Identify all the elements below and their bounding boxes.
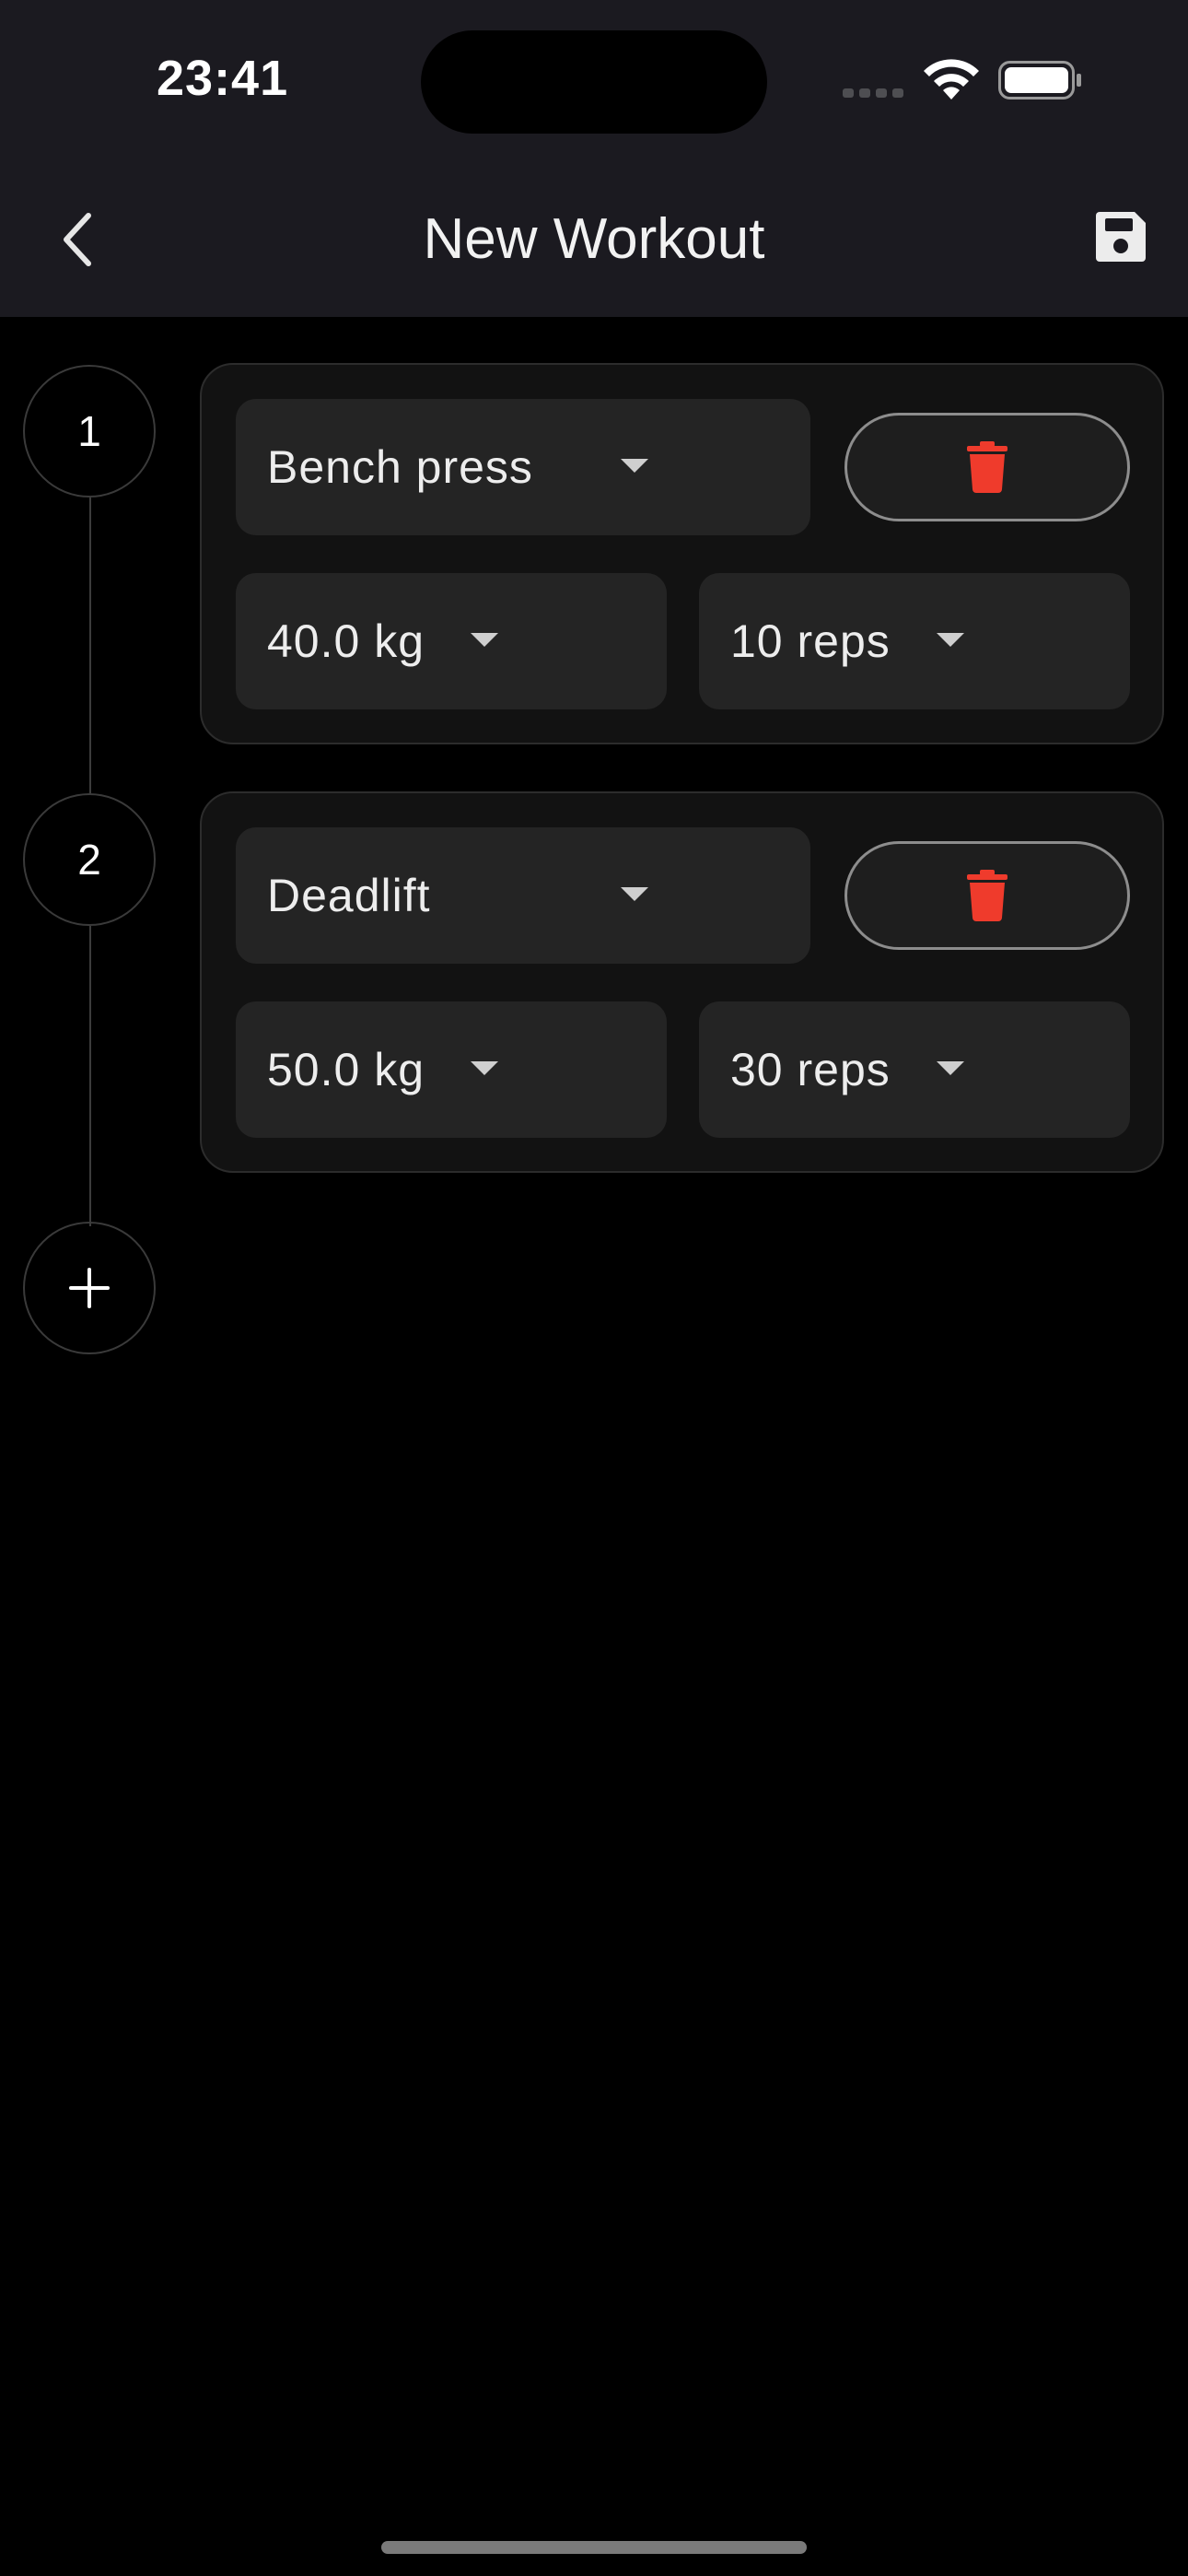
- reps-dropdown-value: 10 reps: [730, 615, 891, 667]
- reps-dropdown-value: 30 reps: [730, 1044, 891, 1095]
- trash-icon: [967, 441, 1007, 493]
- step-number-2: 2: [23, 793, 156, 926]
- add-exercise-button[interactable]: [23, 1222, 156, 1354]
- dropdown-arrow-icon: [937, 633, 964, 647]
- home-indicator: [381, 2541, 807, 2554]
- exercise-dropdown-value: Bench press: [267, 441, 533, 493]
- plus-icon: [69, 1268, 110, 1308]
- exercise-dropdown[interactable]: Deadlift: [236, 827, 810, 964]
- floppy-disk-icon: [1096, 212, 1146, 262]
- reps-dropdown[interactable]: 30 reps: [699, 1001, 1130, 1138]
- dropdown-arrow-icon: [471, 633, 498, 647]
- wifi-icon: [924, 59, 979, 100]
- weight-dropdown-value: 50.0 kg: [267, 1044, 425, 1095]
- delete-exercise-button[interactable]: [844, 413, 1130, 521]
- battery-icon: [998, 61, 1081, 100]
- dropdown-arrow-icon: [471, 1061, 498, 1075]
- weight-dropdown-value: 40.0 kg: [267, 615, 425, 667]
- status-time: 23:41: [157, 51, 289, 106]
- trash-icon: [967, 870, 1007, 921]
- timeline-connector: [89, 498, 91, 798]
- timeline-connector: [89, 926, 91, 1226]
- dropdown-arrow-icon: [621, 887, 648, 901]
- dropdown-arrow-icon: [621, 459, 648, 473]
- exercise-card-1: Bench press 40.0 kg 10 reps: [200, 363, 1164, 744]
- delete-exercise-button[interactable]: [844, 841, 1130, 950]
- step-number-label: 2: [77, 836, 101, 884]
- top-bar: 23:41 New Workout: [0, 0, 1188, 317]
- reps-dropdown[interactable]: 10 reps: [699, 573, 1130, 709]
- weight-dropdown[interactable]: 50.0 kg: [236, 1001, 667, 1138]
- step-number-label: 1: [77, 407, 101, 455]
- weight-dropdown[interactable]: 40.0 kg: [236, 573, 667, 709]
- step-number-1: 1: [23, 365, 156, 498]
- exercise-dropdown[interactable]: Bench press: [236, 399, 810, 535]
- dynamic-island: [421, 30, 767, 134]
- page-title: New Workout: [423, 207, 765, 271]
- cellular-signal-icon: [843, 88, 903, 98]
- save-button[interactable]: [1094, 210, 1147, 263]
- exercise-dropdown-value: Deadlift: [267, 870, 431, 921]
- exercise-card-2: Deadlift 50.0 kg 30 reps: [200, 791, 1164, 1173]
- dropdown-arrow-icon: [937, 1061, 964, 1075]
